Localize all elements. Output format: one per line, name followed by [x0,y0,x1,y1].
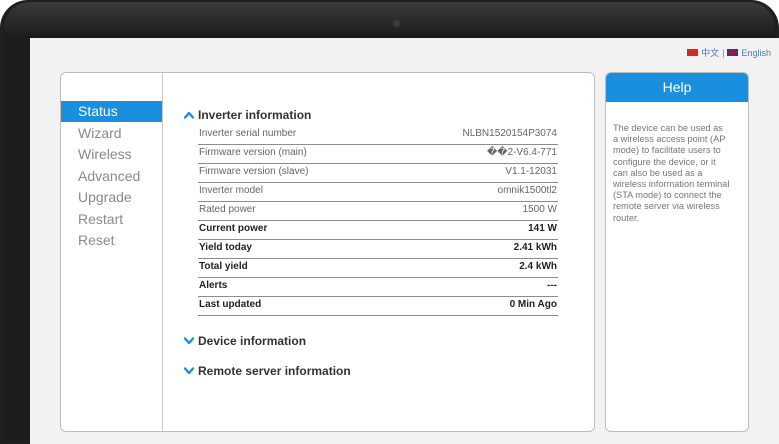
row-label: Total yield [199,261,248,272]
help-text-line: a wireless access point (AP [613,134,726,145]
inverter-information-title: Inverter information [198,108,312,122]
table-row: Firmware version (main) ��2-V6.4-771 [198,144,558,164]
sidebar-item-wireless[interactable]: Wireless [61,144,162,165]
table-row: Inverter serial number NLBN1520154P3074 [198,125,558,145]
device-information-title: Device information [198,334,307,348]
row-value: NLBN1520154P3074 [462,128,557,139]
sidebar-nav: Status Wizard Wireless Advanced Upgrade … [61,73,163,431]
table-row: Firmware version (slave) V1.1-12031 [198,163,558,183]
inverter-information-header[interactable]: Inverter information [184,108,311,122]
sidebar-item-restart[interactable]: Restart [61,209,162,230]
uk-flag-icon [727,49,739,56]
sidebar-item-status[interactable]: Status [61,101,162,122]
row-value: 2.4 kWh [519,261,557,272]
sidebar-item-wizard[interactable]: Wizard [61,123,162,144]
device-information-header[interactable]: Device information [184,334,306,348]
main-panel: Status Wizard Wireless Advanced Upgrade … [60,72,595,432]
help-text-line: configure the device, or it [613,156,716,167]
row-value: ��2-V6.4-771 [487,147,557,158]
row-label: Inverter serial number [199,128,297,139]
table-row: Current power 141 W [198,220,558,240]
language-separator: | [722,47,725,58]
help-text-line: router. [613,212,640,223]
table-row: Yield today 2.41 kWh [198,239,558,259]
table-row: Alerts --- [198,277,558,297]
row-value: 1500 W [522,204,557,215]
help-text-line: (STA mode) to connect the [613,190,722,201]
row-value: 2.41 kWh [513,242,557,253]
status-content: Inverter information Inverter serial num… [162,73,593,431]
chevron-down-icon [184,367,194,375]
remote-server-information-header[interactable]: Remote server information [184,364,351,378]
language-english-link[interactable]: English [741,48,771,58]
help-text-line: remote server via wireless [613,201,720,212]
help-text-line: can also be used as a [613,167,703,178]
row-value: 0 Min Ago [509,299,557,310]
row-value: omnik1500tl2 [497,185,557,196]
help-text: The device can be used as a wireless acc… [613,123,743,224]
sidebar-item-reset[interactable]: Reset [61,230,162,251]
language-switcher: 中文 | English [687,46,771,59]
remote-server-information-title: Remote server information [198,364,351,378]
china-flag-icon [687,49,699,56]
chevron-up-icon [184,111,194,119]
sidebar-item-upgrade[interactable]: Upgrade [61,187,162,208]
row-label: Inverter model [199,185,263,196]
row-label: Yield today [199,242,252,253]
table-row: Total yield 2.4 kWh [198,258,558,278]
help-text-line: The device can be used as [613,123,723,133]
row-label: Firmware version (main) [199,147,307,158]
row-label: Alerts [199,280,228,291]
row-label: Firmware version (slave) [199,166,309,177]
row-value: V1.1-12031 [505,166,557,177]
table-row: Rated power 1500 W [198,201,558,221]
row-value: 141 W [528,223,557,234]
help-text-line: wireless information terminal [613,179,730,190]
table-row: Last updated 0 Min Ago [198,296,558,316]
row-label: Rated power [199,204,256,215]
sidebar-item-advanced[interactable]: Advanced [61,166,162,187]
row-label: Last updated [199,299,262,310]
table-row: Inverter model omnik1500tl2 [198,182,558,202]
row-value: --- [547,280,557,291]
camera-icon [393,20,400,27]
help-title: Help [606,73,748,102]
help-text-line: mode) to facilitate users to [613,145,721,156]
row-label: Current power [199,223,268,234]
chevron-down-icon [184,337,194,345]
language-chinese-link[interactable]: 中文 [701,46,719,59]
help-panel: Help The device can be used as a wireles… [605,72,749,432]
screen: 中文 | English Status Wizard Wireless Adva… [30,38,779,444]
